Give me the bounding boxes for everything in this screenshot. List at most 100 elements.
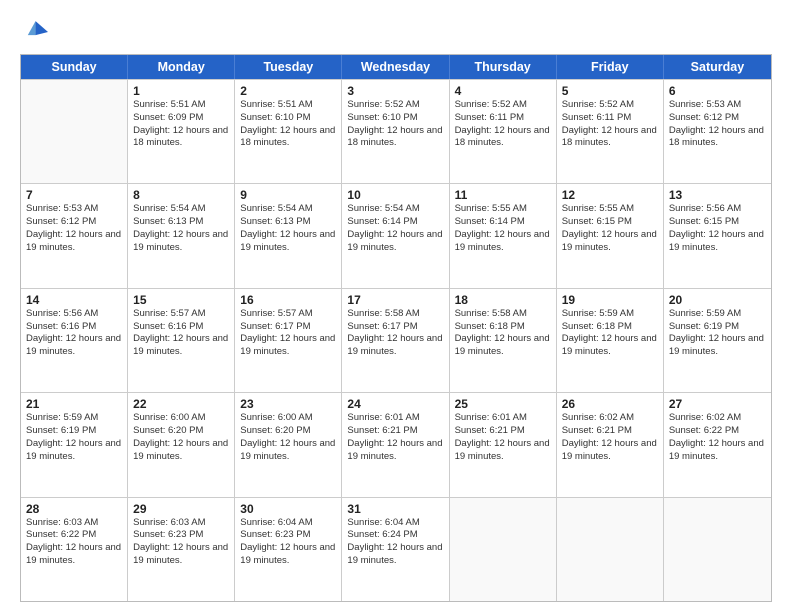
weekday-header: Friday [557, 55, 664, 79]
calendar-cell: 20Sunrise: 5:59 AM Sunset: 6:19 PM Dayli… [664, 289, 771, 392]
calendar-cell: 28Sunrise: 6:03 AM Sunset: 6:22 PM Dayli… [21, 498, 128, 601]
day-info: Sunrise: 5:58 AM Sunset: 6:17 PM Dayligh… [347, 308, 443, 359]
day-number: 10 [347, 188, 443, 202]
day-info: Sunrise: 5:54 AM Sunset: 6:13 PM Dayligh… [133, 203, 229, 254]
calendar-cell: 7Sunrise: 5:53 AM Sunset: 6:12 PM Daylig… [21, 184, 128, 287]
day-info: Sunrise: 5:59 AM Sunset: 6:19 PM Dayligh… [26, 412, 122, 463]
calendar-header-row: SundayMondayTuesdayWednesdayThursdayFrid… [21, 55, 771, 79]
day-number: 11 [455, 188, 551, 202]
weekday-header: Monday [128, 55, 235, 79]
calendar-cell: 19Sunrise: 5:59 AM Sunset: 6:18 PM Dayli… [557, 289, 664, 392]
calendar-cell: 1Sunrise: 5:51 AM Sunset: 6:09 PM Daylig… [128, 80, 235, 183]
day-info: Sunrise: 5:52 AM Sunset: 6:10 PM Dayligh… [347, 99, 443, 150]
day-number: 23 [240, 397, 336, 411]
day-number: 12 [562, 188, 658, 202]
calendar-cell: 18Sunrise: 5:58 AM Sunset: 6:18 PM Dayli… [450, 289, 557, 392]
day-number: 7 [26, 188, 122, 202]
day-info: Sunrise: 5:59 AM Sunset: 6:19 PM Dayligh… [669, 308, 766, 359]
calendar-week: 7Sunrise: 5:53 AM Sunset: 6:12 PM Daylig… [21, 183, 771, 287]
day-number: 24 [347, 397, 443, 411]
calendar-cell: 11Sunrise: 5:55 AM Sunset: 6:14 PM Dayli… [450, 184, 557, 287]
calendar-cell: 8Sunrise: 5:54 AM Sunset: 6:13 PM Daylig… [128, 184, 235, 287]
day-number: 8 [133, 188, 229, 202]
day-number: 5 [562, 84, 658, 98]
day-info: Sunrise: 6:03 AM Sunset: 6:22 PM Dayligh… [26, 517, 122, 568]
day-info: Sunrise: 6:03 AM Sunset: 6:23 PM Dayligh… [133, 517, 229, 568]
day-info: Sunrise: 5:53 AM Sunset: 6:12 PM Dayligh… [26, 203, 122, 254]
calendar-body: 1Sunrise: 5:51 AM Sunset: 6:09 PM Daylig… [21, 79, 771, 601]
weekday-header: Sunday [21, 55, 128, 79]
calendar-cell: 6Sunrise: 5:53 AM Sunset: 6:12 PM Daylig… [664, 80, 771, 183]
day-info: Sunrise: 6:00 AM Sunset: 6:20 PM Dayligh… [240, 412, 336, 463]
day-info: Sunrise: 5:59 AM Sunset: 6:18 PM Dayligh… [562, 308, 658, 359]
day-number: 25 [455, 397, 551, 411]
day-info: Sunrise: 5:51 AM Sunset: 6:09 PM Dayligh… [133, 99, 229, 150]
calendar-week: 14Sunrise: 5:56 AM Sunset: 6:16 PM Dayli… [21, 288, 771, 392]
calendar: SundayMondayTuesdayWednesdayThursdayFrid… [20, 54, 772, 602]
day-info: Sunrise: 5:55 AM Sunset: 6:15 PM Dayligh… [562, 203, 658, 254]
day-info: Sunrise: 6:01 AM Sunset: 6:21 PM Dayligh… [455, 412, 551, 463]
day-info: Sunrise: 6:02 AM Sunset: 6:22 PM Dayligh… [669, 412, 766, 463]
calendar-cell: 29Sunrise: 6:03 AM Sunset: 6:23 PM Dayli… [128, 498, 235, 601]
calendar-cell: 13Sunrise: 5:56 AM Sunset: 6:15 PM Dayli… [664, 184, 771, 287]
calendar-cell: 24Sunrise: 6:01 AM Sunset: 6:21 PM Dayli… [342, 393, 449, 496]
logo [20, 18, 52, 46]
calendar-cell: 5Sunrise: 5:52 AM Sunset: 6:11 PM Daylig… [557, 80, 664, 183]
calendar-cell [557, 498, 664, 601]
day-number: 31 [347, 502, 443, 516]
day-number: 26 [562, 397, 658, 411]
day-info: Sunrise: 5:56 AM Sunset: 6:15 PM Dayligh… [669, 203, 766, 254]
day-info: Sunrise: 5:57 AM Sunset: 6:16 PM Dayligh… [133, 308, 229, 359]
calendar-cell: 23Sunrise: 6:00 AM Sunset: 6:20 PM Dayli… [235, 393, 342, 496]
day-number: 30 [240, 502, 336, 516]
day-info: Sunrise: 5:54 AM Sunset: 6:14 PM Dayligh… [347, 203, 443, 254]
day-info: Sunrise: 6:04 AM Sunset: 6:23 PM Dayligh… [240, 517, 336, 568]
header [20, 18, 772, 46]
day-number: 1 [133, 84, 229, 98]
calendar-cell: 27Sunrise: 6:02 AM Sunset: 6:22 PM Dayli… [664, 393, 771, 496]
calendar-cell: 22Sunrise: 6:00 AM Sunset: 6:20 PM Dayli… [128, 393, 235, 496]
calendar-cell: 16Sunrise: 5:57 AM Sunset: 6:17 PM Dayli… [235, 289, 342, 392]
calendar-week: 1Sunrise: 5:51 AM Sunset: 6:09 PM Daylig… [21, 79, 771, 183]
calendar-week: 28Sunrise: 6:03 AM Sunset: 6:22 PM Dayli… [21, 497, 771, 601]
day-number: 22 [133, 397, 229, 411]
day-number: 28 [26, 502, 122, 516]
calendar-cell: 3Sunrise: 5:52 AM Sunset: 6:10 PM Daylig… [342, 80, 449, 183]
calendar-cell: 15Sunrise: 5:57 AM Sunset: 6:16 PM Dayli… [128, 289, 235, 392]
calendar-cell: 10Sunrise: 5:54 AM Sunset: 6:14 PM Dayli… [342, 184, 449, 287]
weekday-header: Tuesday [235, 55, 342, 79]
day-info: Sunrise: 6:04 AM Sunset: 6:24 PM Dayligh… [347, 517, 443, 568]
calendar-cell: 17Sunrise: 5:58 AM Sunset: 6:17 PM Dayli… [342, 289, 449, 392]
day-info: Sunrise: 5:52 AM Sunset: 6:11 PM Dayligh… [455, 99, 551, 150]
day-info: Sunrise: 5:51 AM Sunset: 6:10 PM Dayligh… [240, 99, 336, 150]
calendar-cell: 21Sunrise: 5:59 AM Sunset: 6:19 PM Dayli… [21, 393, 128, 496]
day-number: 16 [240, 293, 336, 307]
day-number: 17 [347, 293, 443, 307]
calendar-cell [21, 80, 128, 183]
day-number: 3 [347, 84, 443, 98]
day-number: 29 [133, 502, 229, 516]
day-info: Sunrise: 5:53 AM Sunset: 6:12 PM Dayligh… [669, 99, 766, 150]
calendar-cell: 12Sunrise: 5:55 AM Sunset: 6:15 PM Dayli… [557, 184, 664, 287]
calendar-cell: 9Sunrise: 5:54 AM Sunset: 6:13 PM Daylig… [235, 184, 342, 287]
calendar-cell: 2Sunrise: 5:51 AM Sunset: 6:10 PM Daylig… [235, 80, 342, 183]
day-number: 18 [455, 293, 551, 307]
day-info: Sunrise: 5:54 AM Sunset: 6:13 PM Dayligh… [240, 203, 336, 254]
calendar-cell [450, 498, 557, 601]
weekday-header: Saturday [664, 55, 771, 79]
day-info: Sunrise: 5:55 AM Sunset: 6:14 PM Dayligh… [455, 203, 551, 254]
calendar-cell: 25Sunrise: 6:01 AM Sunset: 6:21 PM Dayli… [450, 393, 557, 496]
calendar-week: 21Sunrise: 5:59 AM Sunset: 6:19 PM Dayli… [21, 392, 771, 496]
calendar-cell: 30Sunrise: 6:04 AM Sunset: 6:23 PM Dayli… [235, 498, 342, 601]
day-number: 14 [26, 293, 122, 307]
page: SundayMondayTuesdayWednesdayThursdayFrid… [0, 0, 792, 612]
day-info: Sunrise: 5:52 AM Sunset: 6:11 PM Dayligh… [562, 99, 658, 150]
calendar-cell: 26Sunrise: 6:02 AM Sunset: 6:21 PM Dayli… [557, 393, 664, 496]
day-number: 2 [240, 84, 336, 98]
calendar-cell: 4Sunrise: 5:52 AM Sunset: 6:11 PM Daylig… [450, 80, 557, 183]
day-number: 27 [669, 397, 766, 411]
calendar-cell [664, 498, 771, 601]
day-info: Sunrise: 5:58 AM Sunset: 6:18 PM Dayligh… [455, 308, 551, 359]
logo-icon [20, 18, 48, 46]
calendar-cell: 14Sunrise: 5:56 AM Sunset: 6:16 PM Dayli… [21, 289, 128, 392]
